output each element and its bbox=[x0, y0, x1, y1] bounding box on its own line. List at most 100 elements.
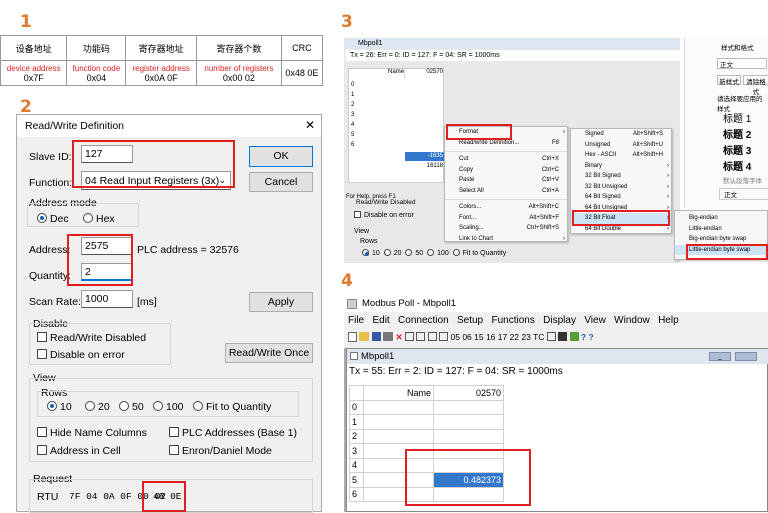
menu-item-unsigned[interactable]: Unsigned Alt+Shift+U bbox=[571, 140, 671, 151]
monitor-icon[interactable] bbox=[416, 332, 426, 341]
menu-item-big-endian[interactable]: Big-endian bbox=[675, 213, 767, 224]
disconnect-icon[interactable]: ✕ bbox=[396, 332, 403, 342]
read-write-once-button[interactable]: Read/Write Once bbox=[225, 343, 313, 363]
name-cell[interactable] bbox=[363, 443, 434, 459]
menu-edit[interactable]: Edit bbox=[372, 315, 389, 326]
style-body[interactable]: 正文 bbox=[719, 188, 768, 200]
menu-item-rw-definition[interactable]: Read/write Definition... F8 bbox=[445, 138, 567, 149]
cell[interactable]: 16118 bbox=[405, 162, 445, 171]
rows-100-radio[interactable]: 100 bbox=[153, 401, 184, 413]
menu-functions[interactable]: Functions bbox=[491, 315, 534, 326]
menu-file[interactable]: File bbox=[348, 315, 364, 326]
slave-id-input[interactable]: 127 bbox=[81, 145, 133, 163]
rows-20-radio[interactable]: 20 bbox=[85, 401, 110, 413]
new-file-icon[interactable] bbox=[348, 332, 357, 342]
disable-on-error-checkbox[interactable]: Disable on error bbox=[37, 349, 125, 361]
open-folder-icon[interactable] bbox=[359, 332, 370, 341]
rows-10-radio[interactable]: 10 bbox=[47, 401, 72, 413]
value-cell[interactable] bbox=[433, 399, 504, 415]
enron-checkbox[interactable]: Enron/Daniel Mode bbox=[169, 445, 272, 457]
name-cell[interactable] bbox=[363, 399, 434, 415]
value-cell[interactable] bbox=[433, 486, 504, 502]
plc-addresses-checkbox[interactable]: PLC Addresses (Base 1) bbox=[169, 427, 297, 439]
value-cell[interactable] bbox=[433, 443, 504, 459]
menu-item-colors[interactable]: Colors... Alt+Shift+C bbox=[445, 202, 567, 213]
dec-radio[interactable]: Dec bbox=[37, 213, 69, 225]
rw-disabled-checkbox[interactable]: Read/Write Disabled bbox=[37, 332, 146, 344]
tool-icon[interactable] bbox=[546, 332, 556, 341]
apply-button[interactable]: Apply bbox=[249, 292, 313, 312]
style-heading-4[interactable]: 标题 4 bbox=[723, 158, 751, 173]
menu-item-signed[interactable]: Signed Alt+Shift+S bbox=[571, 129, 671, 140]
menu-item-64bit-signed[interactable]: 64 Bit Signed › bbox=[571, 192, 671, 203]
function-select[interactable]: 04 Read Input Registers (3x) ⌄ bbox=[81, 171, 231, 190]
value-cell[interactable] bbox=[433, 428, 504, 444]
print-icon[interactable] bbox=[383, 332, 394, 341]
menu-view[interactable]: View bbox=[584, 315, 606, 326]
menu-item-format[interactable]: Format › bbox=[445, 127, 567, 138]
address-input[interactable]: 2575 bbox=[81, 237, 133, 255]
tc-button[interactable]: TC bbox=[533, 332, 544, 342]
menu-item-32bit-float[interactable]: 32 Bit Float › bbox=[571, 213, 671, 224]
save-icon[interactable] bbox=[371, 332, 381, 341]
style-field[interactable]: 正文 bbox=[717, 58, 767, 69]
rows-radio-group[interactable]: 10 20 50 100 Fit to Quantity bbox=[362, 249, 506, 257]
function-codes[interactable]: 05 06 15 16 17 22 23 bbox=[451, 332, 531, 342]
style-heading-1[interactable]: 标题 1 bbox=[723, 110, 751, 125]
ok-button[interactable]: OK bbox=[249, 146, 313, 167]
address-in-cell-checkbox[interactable]: Address in Cell bbox=[37, 445, 121, 457]
menu-connection[interactable]: Connection bbox=[398, 315, 449, 326]
name-cell[interactable] bbox=[363, 472, 434, 488]
menu-item-scaling[interactable]: Scaling... Ctrl+Shift+S bbox=[445, 223, 567, 234]
selected-cell[interactable]: -1635 bbox=[405, 152, 445, 161]
style-heading-3[interactable]: 标题 3 bbox=[723, 142, 751, 157]
value-cell[interactable] bbox=[433, 457, 504, 473]
disable-on-error-checkbox[interactable]: Disable on error bbox=[354, 211, 414, 219]
scan-rate-input[interactable]: 1000 bbox=[81, 290, 133, 308]
device-icon[interactable] bbox=[558, 332, 568, 341]
menu-display[interactable]: Display bbox=[543, 315, 576, 326]
context-help-icon[interactable]: ? bbox=[589, 332, 594, 342]
selected-value-cell[interactable]: 0.482373 bbox=[433, 472, 504, 488]
menu-item-hex-ascii[interactable]: Hex - ASCII Alt+Shift+H bbox=[571, 150, 671, 161]
help-icon[interactable]: ? bbox=[581, 332, 586, 342]
menu-help[interactable]: Help bbox=[658, 315, 679, 326]
name-cell[interactable] bbox=[363, 414, 434, 430]
cancel-button[interactable]: Cancel bbox=[249, 172, 313, 192]
rows-fit-radio[interactable]: Fit to Quantity bbox=[193, 401, 271, 413]
rows-50-radio[interactable]: 50 bbox=[119, 401, 144, 413]
hex-radio[interactable]: Hex bbox=[83, 213, 115, 225]
menu-item-little-endian[interactable]: Little-endian bbox=[675, 224, 767, 235]
hide-names-checkbox[interactable]: Hide Name Columns bbox=[37, 427, 147, 439]
menu-item-select-all[interactable]: Select All Ctrl+A bbox=[445, 186, 567, 197]
menu-item-32bit-signed[interactable]: 32 Bit Signed › bbox=[571, 171, 671, 182]
name-cell[interactable] bbox=[363, 428, 434, 444]
name-cell[interactable] bbox=[363, 457, 434, 473]
close-icon[interactable]: ✕ bbox=[305, 118, 315, 132]
window-icon[interactable] bbox=[405, 332, 414, 341]
menu-item-cut[interactable]: Cut Ctrl+X bbox=[445, 154, 567, 165]
quantity-input[interactable]: 2 bbox=[81, 263, 133, 281]
menu-item-little-endian-swap[interactable]: Little-endian byte swap bbox=[675, 244, 767, 255]
rw-disabled-checkbox[interactable]: Read/Write Disabled bbox=[356, 199, 416, 206]
value-cell[interactable] bbox=[433, 414, 504, 430]
pause-icon[interactable] bbox=[427, 332, 437, 341]
menu-item-paste[interactable]: Paste Ctrl+V bbox=[445, 175, 567, 186]
chart-icon[interactable] bbox=[569, 332, 579, 341]
new-style-button[interactable]: 新样式 bbox=[717, 75, 741, 86]
minimize-button[interactable]: _ bbox=[709, 352, 731, 361]
pulse-icon[interactable] bbox=[439, 332, 449, 341]
maximize-button[interactable] bbox=[735, 352, 757, 361]
menu-setup[interactable]: Setup bbox=[457, 315, 483, 326]
menu-item-link-chart[interactable]: Link to Chart › bbox=[445, 234, 567, 245]
menu-item-64bit-unsigned[interactable]: 64 Bit Unsigned › bbox=[571, 203, 671, 214]
menu-window[interactable]: Window bbox=[614, 315, 650, 326]
menu-item-binary[interactable]: Binary › bbox=[571, 161, 671, 172]
clear-format-button[interactable]: 清除格式 bbox=[743, 75, 768, 96]
menu-item-64bit-double[interactable]: 64 Bit Double › bbox=[571, 224, 671, 235]
menu-item-font[interactable]: Font... Alt+Shift+F bbox=[445, 213, 567, 224]
menu-item-copy[interactable]: Copy Ctrl+C bbox=[445, 165, 567, 176]
style-heading-2[interactable]: 标题 2 bbox=[723, 126, 751, 141]
name-cell[interactable] bbox=[363, 486, 434, 502]
style-default-font[interactable]: 默认段落字体 bbox=[723, 175, 762, 185]
